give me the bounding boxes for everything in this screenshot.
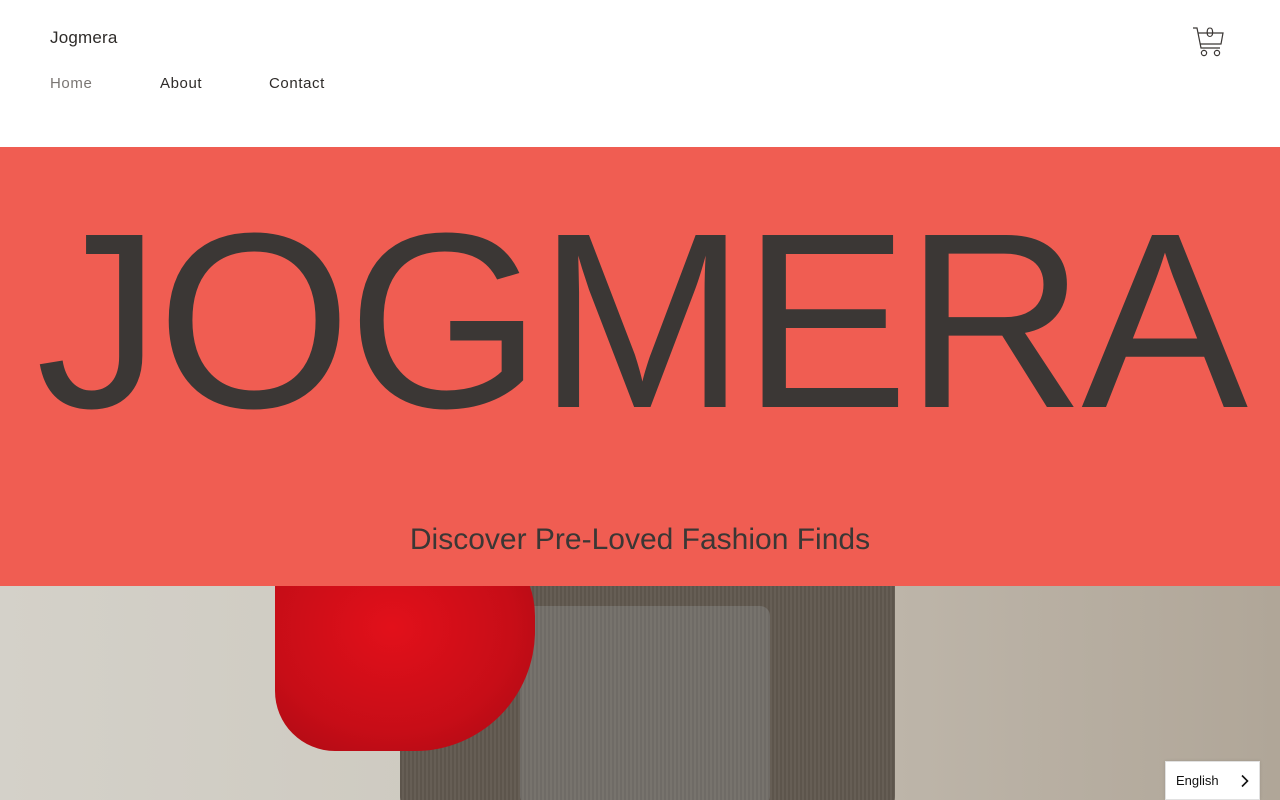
site-brand[interactable]: Jogmera: [50, 28, 118, 48]
nav-contact-link[interactable]: Contact: [269, 75, 325, 92]
hero-photo: [0, 586, 1280, 800]
cart-count-badge: 0: [1206, 24, 1214, 40]
nav-home-link[interactable]: Home: [50, 75, 92, 92]
language-label: English: [1176, 773, 1219, 788]
photo-pants-shape: [520, 606, 770, 800]
hero-banner: JOGMERA Discover Pre-Loved Fashion Finds: [0, 147, 1280, 586]
language-selector[interactable]: English: [1165, 761, 1260, 800]
chevron-right-icon: [1241, 774, 1249, 788]
hero-subtitle: Discover Pre-Loved Fashion Finds: [409, 523, 871, 556]
nav-about-link[interactable]: About: [160, 75, 202, 92]
cart-button[interactable]: 0: [1192, 22, 1226, 58]
hero-title: JOGMERA: [35, 181, 1248, 460]
site-header: Jogmera Home About Contact 0: [0, 0, 1280, 147]
